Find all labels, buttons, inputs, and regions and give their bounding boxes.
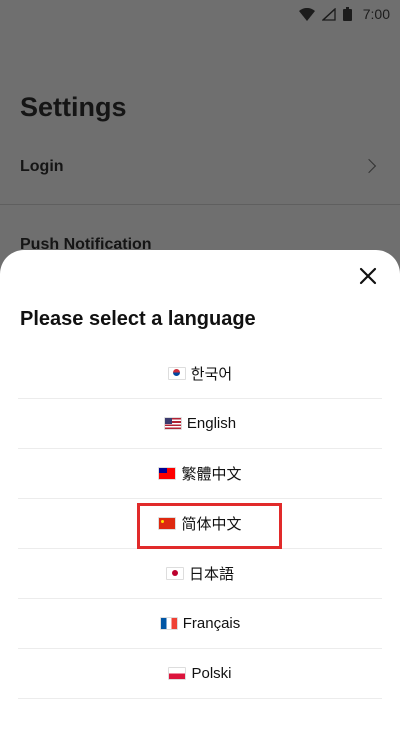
language-bottom-sheet: Please select a language 한국어 English 繁體中… xyxy=(0,250,400,731)
close-icon xyxy=(359,267,377,285)
divider xyxy=(0,204,400,205)
status-bar: 7:00 xyxy=(0,0,400,28)
language-label: Polski xyxy=(191,665,232,682)
language-label: 简体中文 xyxy=(181,516,242,533)
language-label: 繁體中文 xyxy=(181,466,242,483)
fr-flag-icon xyxy=(159,617,178,630)
language-label: 日本語 xyxy=(188,566,234,583)
language-option-polish[interactable]: Polski xyxy=(18,649,382,699)
kr-flag-icon xyxy=(167,367,186,380)
language-option-japanese[interactable]: 日本語 xyxy=(18,549,382,599)
language-option-traditional-chinese[interactable]: 繁體中文 xyxy=(18,449,382,499)
language-option-simplified-chinese[interactable]: 简体中文 xyxy=(18,499,382,549)
language-list: 한국어 English 繁體中文 简体中文 日本語 Français Polsk… xyxy=(18,349,382,699)
settings-item-label: Login xyxy=(20,158,64,175)
jp-flag-icon xyxy=(165,567,184,580)
language-option-french[interactable]: Français xyxy=(18,599,382,649)
battery-icon xyxy=(342,7,352,21)
language-label: 한국어 xyxy=(190,366,233,383)
language-option-english[interactable]: English xyxy=(18,399,382,449)
cn-flag-icon xyxy=(158,517,177,530)
language-option-korean[interactable]: 한국어 xyxy=(18,349,382,399)
chevron-right-icon xyxy=(361,158,377,174)
tw-flag-icon xyxy=(158,467,177,480)
cellular-signal-icon xyxy=(321,7,336,21)
language-label: English xyxy=(186,415,237,432)
pl-flag-icon xyxy=(168,667,187,680)
settings-item-login[interactable]: Login xyxy=(20,158,380,176)
sheet-title: Please select a language xyxy=(20,308,256,330)
page-title: Settings xyxy=(20,92,127,122)
wifi-icon xyxy=(298,7,315,21)
language-label: Français xyxy=(182,615,241,632)
close-button[interactable] xyxy=(356,264,380,288)
status-time: 7:00 xyxy=(362,6,390,22)
us-flag-icon xyxy=(163,417,182,430)
